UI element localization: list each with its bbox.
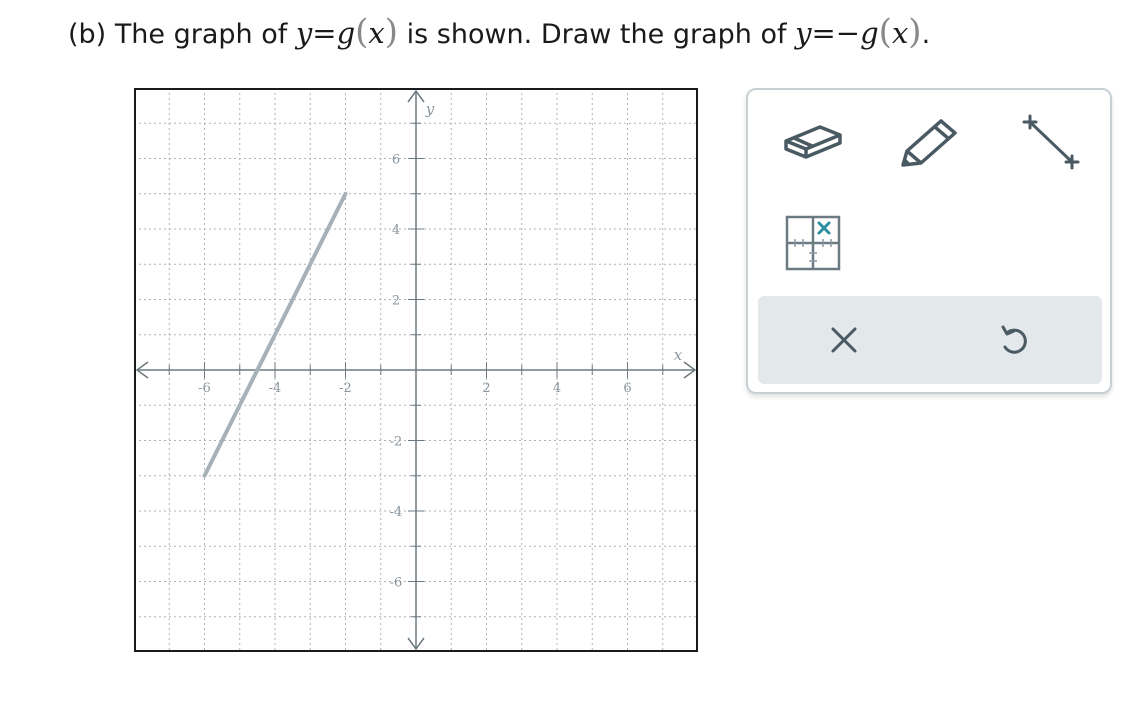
y-tick-label: 4: [392, 223, 400, 238]
point-grid-icon: [785, 215, 841, 271]
eraser-icon: [784, 125, 842, 159]
undo-button[interactable]: [974, 310, 1054, 370]
given-function: y=g(x): [295, 12, 398, 52]
y-tick-label: 2: [392, 294, 400, 309]
coordinate-plane[interactable]: -6 -4 -2 2 4 6 6 4 2 -2 -4 -6 x y: [134, 88, 698, 652]
x-tick-label: 4: [553, 381, 561, 396]
target-function-open-paren: (: [878, 12, 892, 52]
prompt-text-start: The graph of: [114, 19, 288, 50]
target-function-minus: −: [835, 16, 861, 50]
pencil-tool-button[interactable]: [884, 108, 974, 178]
given-function-equals: =: [312, 16, 337, 50]
y-tick-label: -6: [390, 576, 403, 591]
clear-button[interactable]: [804, 310, 884, 370]
eraser-tool-button[interactable]: [768, 108, 858, 178]
given-function-close-paren: ): [384, 12, 399, 52]
target-function-equals: =: [811, 16, 836, 50]
prompt-period: .: [921, 19, 931, 50]
x-tick-label: -4: [269, 381, 282, 396]
given-function-name: g: [336, 16, 356, 50]
x-tick-label: -6: [198, 381, 211, 396]
undo-icon: [1001, 325, 1027, 354]
part-label: (b): [68, 19, 107, 50]
x-axis-label: x: [674, 346, 683, 364]
close-icon: [831, 327, 857, 353]
target-function-name: g: [860, 16, 879, 50]
prompt-text-middle: is shown. Draw the graph of: [406, 19, 787, 50]
line-segment-tool-button[interactable]: [1004, 108, 1094, 178]
y-tick-label: -4: [390, 505, 403, 520]
point-tool-button[interactable]: [768, 208, 858, 278]
line-segment-icon: [1022, 114, 1080, 170]
y-tick-label: 6: [392, 153, 400, 168]
given-function-arg: x: [368, 16, 385, 50]
given-function-open-paren: (: [355, 12, 369, 52]
y-tick-label: -2: [390, 435, 403, 450]
x-tick-label: -2: [339, 381, 352, 396]
target-function: y=−g(x): [795, 12, 921, 52]
target-function-lhs: y: [795, 16, 812, 50]
pencil-icon: [901, 119, 957, 167]
question-prompt: (b) The graph of y=g(x) is shown. Draw t…: [68, 12, 930, 55]
x-tick-label: 2: [482, 381, 490, 396]
graphing-canvas[interactable]: -6 -4 -2 2 4 6 6 4 2 -2 -4 -6 x y: [134, 88, 698, 652]
y-axis-label: y: [425, 100, 435, 118]
target-function-arg: x: [891, 16, 909, 50]
target-function-close-paren: ): [908, 12, 922, 52]
drawing-toolbox: [746, 88, 1112, 394]
x-tick-label: 6: [623, 381, 631, 396]
action-bar: [758, 296, 1102, 384]
given-function-lhs: y: [295, 16, 313, 50]
